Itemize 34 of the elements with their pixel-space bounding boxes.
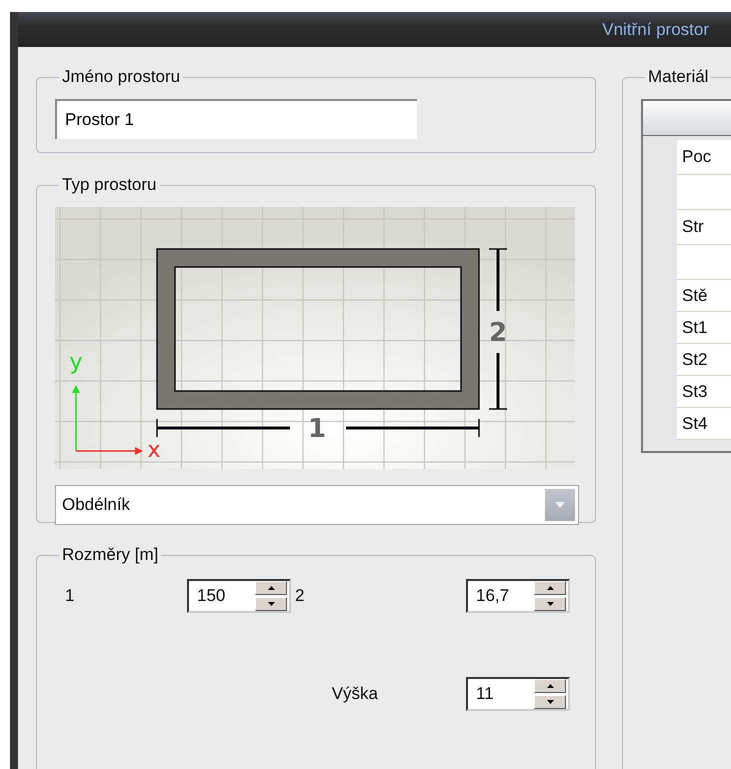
spin-up-icon[interactable] — [534, 679, 566, 693]
axis-label: y — [69, 350, 83, 375]
table-cell — [677, 245, 731, 280]
table-cell: Str — [677, 210, 731, 245]
spin-down-icon[interactable] — [255, 597, 287, 611]
x-axis-arrow — [76, 447, 143, 455]
table-cell: Poc — [677, 140, 731, 175]
window-title: Vnitřní prostor — [602, 20, 709, 40]
table-cell: St1 — [677, 312, 731, 344]
number-spinner[interactable]: 11 — [466, 677, 570, 711]
axis-label: x — [147, 438, 161, 463]
spin-up-icon[interactable] — [255, 581, 287, 595]
table-cell: St4 — [677, 408, 731, 440]
table-cell — [677, 175, 731, 210]
y-axis-arrow — [72, 385, 80, 451]
table-cell: Stě — [677, 280, 731, 312]
spin-up-icon[interactable] — [534, 581, 566, 595]
spin-down-icon[interactable] — [534, 597, 566, 611]
spin-down-icon[interactable] — [534, 695, 566, 709]
field-label: 1 — [64, 586, 76, 606]
field-label: Výška — [332, 684, 378, 704]
group-title: Materiál — [647, 67, 710, 87]
group-title: Jméno prostoru — [61, 67, 182, 87]
table-cell: St3 — [677, 376, 731, 408]
number-spinner[interactable]: 150 — [187, 579, 291, 613]
dimension-label: 2 — [488, 318, 508, 348]
shape-dropdown[interactable]: Obdélník — [55, 485, 579, 525]
number-spinner[interactable]: 16,7 — [466, 579, 570, 613]
name-input-field[interactable]: Prostor 1 — [55, 99, 417, 139]
group-title: Rozměry [m] — [61, 545, 160, 565]
dimension-label: 1 — [308, 414, 326, 444]
group-title: Typ prostoru — [61, 175, 158, 195]
table-cell: St2 — [677, 344, 731, 376]
field-label: 2 — [295, 586, 306, 606]
